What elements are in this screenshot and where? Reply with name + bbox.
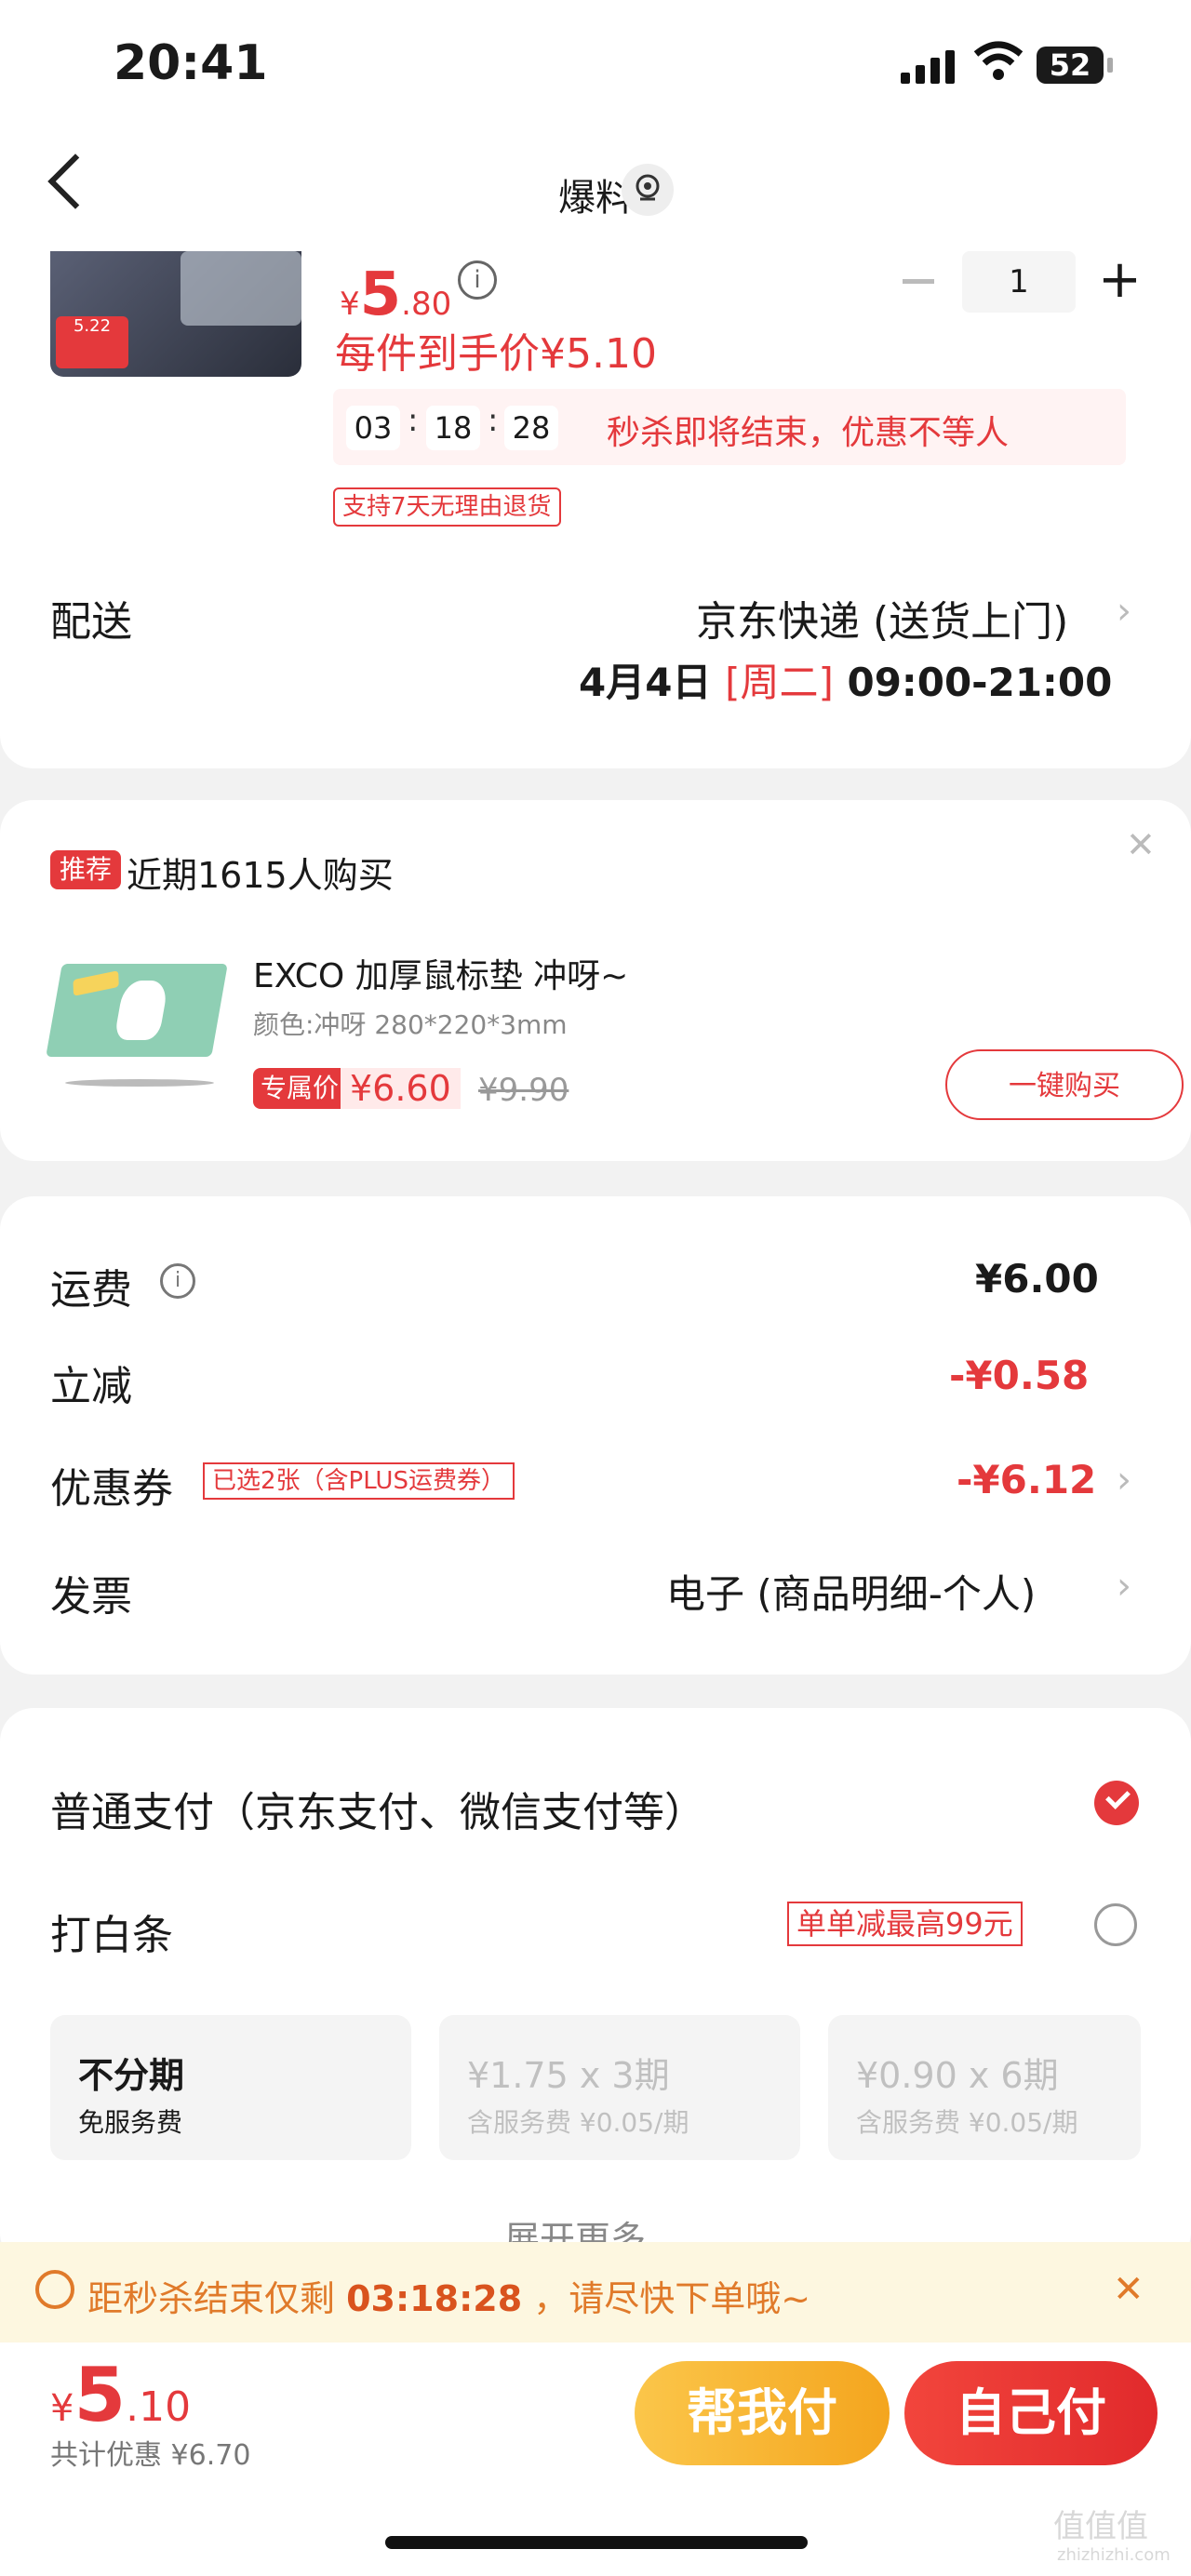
signal-icon <box>901 50 957 84</box>
quantity-minus-button[interactable] <box>903 279 934 284</box>
close-icon[interactable]: ✕ <box>1113 2268 1144 2311</box>
discount-value: -¥0.58 <box>949 1353 1090 1398</box>
one-click-buy-button[interactable]: 一键购买 <box>945 1049 1184 1120</box>
recommend-item-spec: 颜色:冲呀 280*220*3mm <box>253 1009 568 1040</box>
total-price: ¥5.10 <box>50 2352 192 2438</box>
timer-hours: 03 <box>346 406 400 450</box>
self-pay-button[interactable]: 自己付 <box>904 2361 1158 2465</box>
close-icon[interactable]: ✕ <box>1126 824 1156 865</box>
installment-option[interactable]: ¥1.75 x 3期 含服务费 ¥0.05/期 <box>439 2015 800 2160</box>
coupon-label: 优惠券 <box>50 1465 173 1513</box>
discount-label: 立减 <box>50 1363 132 1410</box>
page-title: 爆料 <box>558 177 633 220</box>
shipping-label: 运费 <box>50 1266 132 1314</box>
help-pay-button[interactable]: 帮我付 <box>635 2361 890 2465</box>
status-time: 20:41 <box>114 35 268 91</box>
coupon-value[interactable]: -¥6.12 <box>957 1457 1096 1502</box>
info-icon[interactable]: i <box>458 260 497 300</box>
product-image-tag: 5.22 <box>56 316 128 368</box>
checked-icon[interactable] <box>1094 1781 1139 1825</box>
watermark-url: zhizhizhi.com <box>1057 2545 1171 2565</box>
product-price: ¥5.80 <box>340 260 452 329</box>
timer-seconds: 28 <box>504 406 558 450</box>
battery-tip <box>1107 58 1113 73</box>
timer-minutes: 18 <box>426 406 480 450</box>
return-policy-tag: 支持7天无理由退货 <box>333 487 561 527</box>
quantity-input[interactable]: 1 <box>962 251 1076 313</box>
recommend-original-price: ¥9.90 <box>478 1072 569 1109</box>
installment-option[interactable]: ¥0.90 x 6期 含服务费 ¥0.05/期 <box>828 2015 1141 2160</box>
shipping-value: ¥6.00 <box>975 1256 1099 1301</box>
timer-text: 秒杀即将结束，优惠不等人 <box>607 414 1010 452</box>
chevron-right-icon: › <box>1117 590 1131 633</box>
mousepad-shadow <box>65 1079 214 1087</box>
recommend-text: 近期1615人购买 <box>127 855 394 896</box>
delivery-label: 配送 <box>50 598 132 646</box>
coupon-tag: 已选2张（含PLUS运费券） <box>203 1462 515 1500</box>
countdown-banner: 距秒杀结束仅剩 03:18:28 ，请尽快下单哦~ ✕ <box>0 2242 1191 2342</box>
chevron-right-icon: › <box>1117 1459 1131 1502</box>
delivery-time: 4月4日 [周二] 09:00-21:00 <box>579 660 1113 705</box>
flash-sale-timer: 03 : 18 : 28 秒杀即将结束，优惠不等人 <box>333 389 1126 465</box>
product-image[interactable]: 5.22 <box>50 251 301 377</box>
countdown-text: 距秒杀结束仅剩 03:18:28 ，请尽快下单哦~ <box>87 2278 811 2319</box>
home-indicator[interactable] <box>385 2536 808 2549</box>
battery-icon: 52 <box>1037 47 1104 84</box>
mousepad-image[interactable] <box>46 964 228 1057</box>
recommend-price: ¥6.60 <box>341 1068 461 1109</box>
each-price: 每件到手价¥5.10 <box>335 330 657 378</box>
invoice-label: 发票 <box>50 1573 132 1621</box>
quantity-plus-button[interactable]: + <box>1098 249 1142 311</box>
watermark-logo: 值值值 <box>1053 2508 1148 2545</box>
wifi-icon <box>973 41 1024 86</box>
delivery-carrier[interactable]: 京东快递 (送货上门) <box>696 588 1068 647</box>
recommend-item-title[interactable]: EXCO 加厚鼠标垫 冲呀~ <box>253 949 628 997</box>
status-bar: 20:41 52 <box>0 0 1191 140</box>
invoice-value[interactable]: 电子 (商品明细-个人) <box>666 1563 1036 1620</box>
baitiao-promo-tag: 单单减最高99元 <box>787 1902 1023 1946</box>
nav-bar: 爆料 <box>0 140 1191 251</box>
total-saving: 共计优惠 ¥6.70 <box>50 2439 251 2472</box>
location-pin-icon[interactable] <box>622 164 674 216</box>
installment-option[interactable]: 不分期 免服务费 <box>50 2015 411 2160</box>
clock-icon <box>35 2270 74 2309</box>
radio-button[interactable] <box>1094 1903 1137 1946</box>
info-icon[interactable]: i <box>160 1263 195 1299</box>
exclusive-price-badge: 专属价 <box>253 1068 347 1109</box>
recommend-badge: 推荐 <box>50 850 122 889</box>
baitiao-label[interactable]: 打白条 <box>50 1902 173 1961</box>
normal-pay-label[interactable]: 普通支付（京东支付、微信支付等） <box>50 1779 705 1838</box>
chevron-right-icon: › <box>1117 1565 1131 1608</box>
